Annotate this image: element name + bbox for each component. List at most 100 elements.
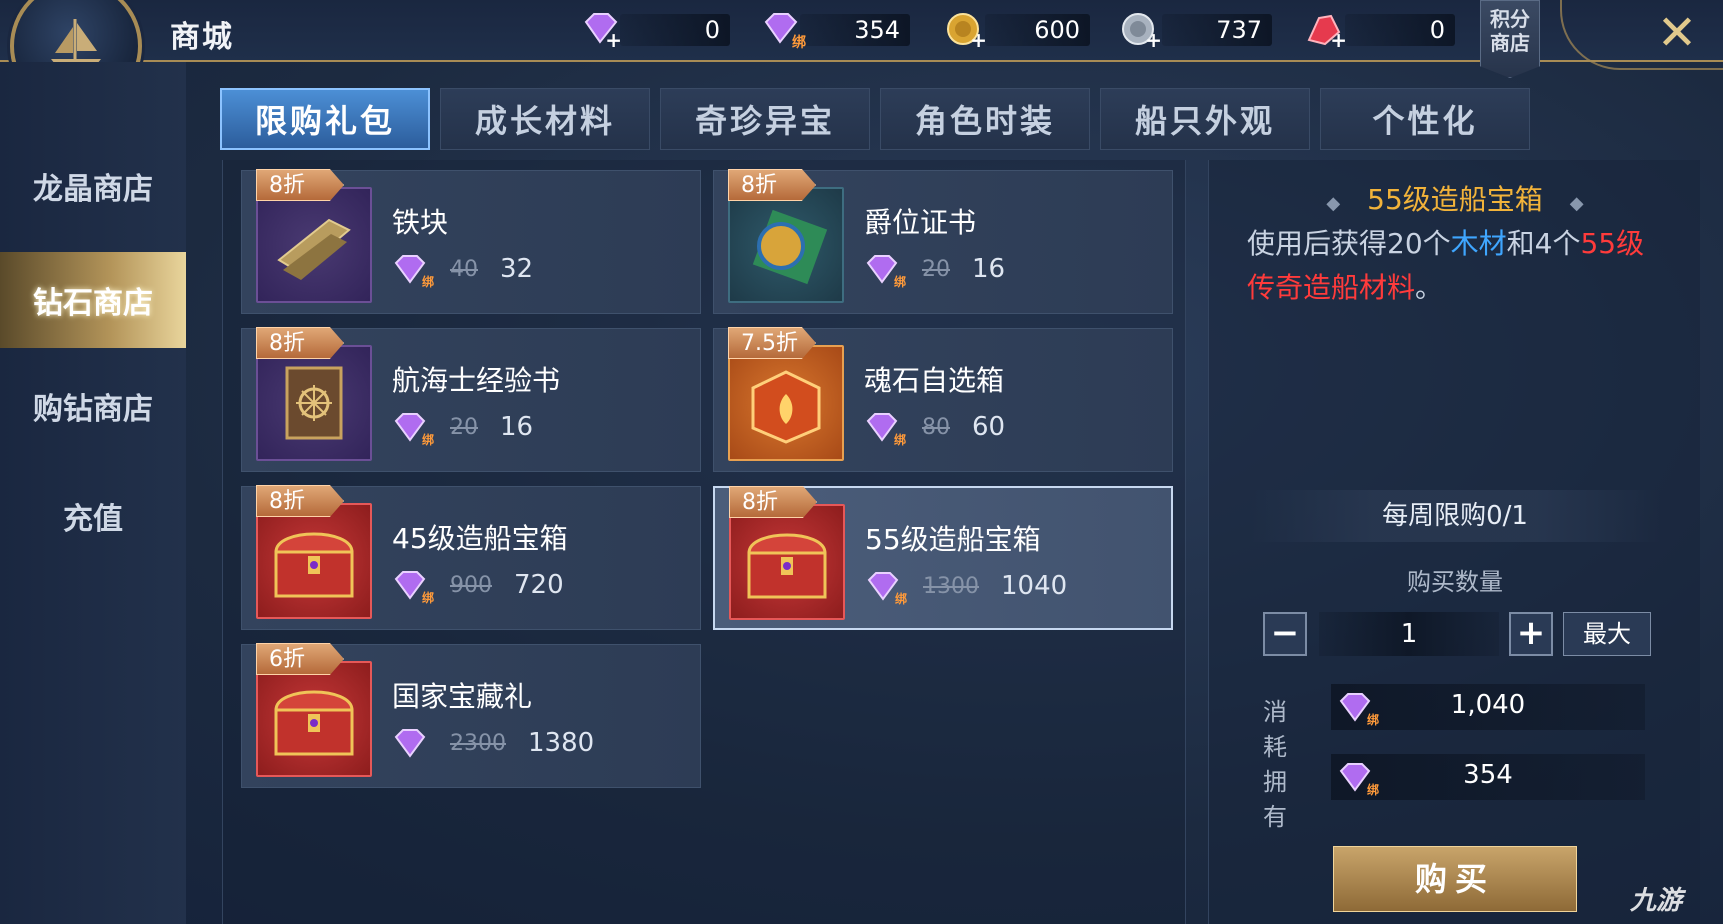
bound-diamond-icon: 绑 (392, 412, 434, 447)
product-name: 45级造船宝箱 (392, 522, 568, 555)
bound-diamond-icon: 绑 (392, 570, 434, 605)
silver-coin-icon: + (1120, 12, 1162, 50)
sidebar-item-dragon-crystal-shop[interactable]: 龙晶商店 (0, 138, 186, 234)
product-card-soulstone-box[interactable]: 7.5折 魂石自选箱 绑 80 60 (713, 327, 1173, 472)
original-price: 900 (450, 572, 492, 598)
product-grid: 8折 铁块 绑 40 32 8折 爵位证书 绑 20 16 8折 航海士经验书 … (222, 160, 1186, 924)
tab-ship-appearance[interactable]: 船只外观 (1100, 88, 1310, 150)
diamond-icon: + (580, 12, 622, 50)
red-crystal-icon: + (1305, 12, 1347, 50)
product-name: 航海士经验书 (392, 364, 561, 397)
title-certificate-icon (728, 187, 844, 303)
buy-button[interactable]: 购买 (1333, 846, 1577, 912)
currency-silver[interactable]: + 737 (1120, 12, 1272, 50)
discount-badge: 6折 (256, 643, 344, 675)
owned-label: 拥有 (1263, 768, 1287, 831)
sidebar-item-diamond-shop[interactable]: 钻石商店 (0, 252, 186, 348)
sidebar-item-recharge[interactable]: 充值 (0, 468, 186, 564)
product-card-navigator-exp-book[interactable]: 8折 航海士经验书 绑 20 16 (241, 327, 701, 472)
treasure-chest-icon (256, 661, 372, 777)
product-name: 铁块 (392, 206, 449, 239)
detail-title: ◆ 55级造船宝箱 ◆ (1209, 178, 1701, 218)
title-ornament-icon: ◆ (1569, 193, 1584, 214)
cost-value: 1,040 (1450, 690, 1526, 720)
product-name: 国家宝藏礼 (392, 680, 533, 713)
discount-badge: 7.5折 (728, 327, 816, 359)
currency-bound-diamond[interactable]: 绑 354 (760, 12, 910, 51)
sidebar: 龙晶商店 钻石商店 购钻商店 充值 (0, 62, 186, 924)
quantity-input[interactable]: 1 (1319, 612, 1499, 656)
discount-badge: 8折 (256, 327, 344, 359)
detail-description: 使用后获得20个木材和4个55级传奇造船材料。 (1247, 227, 1645, 304)
original-price: 20 (922, 256, 950, 282)
points-shop-label: 商店 (1490, 31, 1530, 55)
original-price: 2300 (450, 730, 506, 756)
price-row: 绑 1300 1040 (865, 568, 1067, 606)
currency-value: 354 (854, 16, 900, 44)
discounted-price: 60 (972, 412, 1006, 442)
page-title: 商城 (170, 20, 234, 55)
discounted-price: 1380 (528, 728, 595, 758)
price-row: 绑 20 16 (864, 251, 1006, 289)
treasure-chest-icon (256, 503, 372, 619)
price-row: 绑 40 32 (392, 251, 533, 289)
product-card-iron-block[interactable]: 8折 铁块 绑 40 32 (241, 169, 701, 314)
tab-character-fashion[interactable]: 角色时装 (880, 88, 1090, 150)
currency-red-crystal[interactable]: + 0 (1305, 12, 1455, 50)
exp-book-icon (256, 345, 372, 461)
sidebar-item-buy-diamond-shop[interactable]: 购钻商店 (0, 358, 186, 454)
gold-coin-icon: + (945, 12, 987, 50)
discounted-price: 16 (500, 412, 534, 442)
currency-gold[interactable]: + 600 (945, 12, 1090, 50)
soulstone-box-icon (728, 345, 844, 461)
title-ornament-icon: ◆ (1326, 193, 1341, 214)
tab-growth-materials[interactable]: 成长材料 (440, 88, 650, 150)
product-card-lv55-shipbuilding-chest[interactable]: 8折 55级造船宝箱 绑 1300 1040 (713, 486, 1173, 630)
quantity-label: 购买数量 (1407, 568, 1503, 596)
original-price: 1300 (923, 573, 979, 599)
close-button[interactable]: ✕ (1652, 8, 1702, 58)
product-card-national-treasure-gift[interactable]: 6折 国家宝藏礼 2300 1380 (241, 643, 701, 788)
product-name: 魂石自选箱 (864, 364, 1005, 397)
discounted-price: 720 (514, 570, 564, 600)
original-price: 40 (450, 256, 478, 282)
tab-personalization[interactable]: 个性化 (1320, 88, 1530, 150)
tab-rare-treasures[interactable]: 奇珍异宝 (660, 88, 870, 150)
product-name: 55级造船宝箱 (865, 523, 1041, 556)
product-name: 爵位证书 (864, 206, 977, 239)
price-row: 绑 80 60 (864, 409, 1006, 447)
product-card-lv45-shipbuilding-chest[interactable]: 8折 45级造船宝箱 绑 900 720 (241, 485, 701, 630)
cost-label: 消耗 (1263, 698, 1287, 761)
points-shop-button[interactable]: 积分 商店 (1480, 0, 1540, 78)
item-detail-panel: ◆ 55级造船宝箱 ◆ 使用后获得20个木材和4个55级传奇造船材料。 每周限购… (1208, 160, 1700, 924)
bound-diamond-icon: 绑 (864, 412, 906, 447)
original-price: 20 (450, 414, 478, 440)
currency-value: 600 (1034, 16, 1080, 44)
watermark: 九游 (1630, 886, 1683, 916)
discount-badge: 8折 (729, 486, 817, 518)
price-row: 绑 900 720 (392, 567, 564, 605)
bound-diamond-icon: 绑 (392, 254, 434, 289)
discount-badge: 8折 (256, 485, 344, 517)
discount-badge: 8折 (728, 169, 816, 201)
increase-button[interactable]: + (1509, 612, 1553, 656)
price-row: 2300 1380 (392, 725, 594, 761)
tab-limited-packs[interactable]: 限购礼包 (220, 88, 430, 150)
bound-diamond-icon: 绑 (760, 12, 806, 51)
currency-diamond[interactable]: + 0 (580, 12, 730, 50)
decrease-button[interactable]: − (1263, 612, 1307, 656)
diamond-icon (392, 728, 428, 758)
detail-title-text: 55级造船宝箱 (1367, 183, 1543, 216)
iron-ingot-icon (256, 187, 372, 303)
discounted-price: 16 (972, 254, 1006, 284)
weekly-limit-label: 每周限购0/1 (1249, 490, 1661, 542)
owned-value: 354 (1463, 760, 1513, 790)
max-quantity-button[interactable]: 最大 (1563, 612, 1651, 656)
discount-badge: 8折 (256, 169, 344, 201)
treasure-chest-icon (729, 504, 845, 620)
price-row: 绑 20 16 (392, 409, 534, 447)
points-shop-label: 积分 (1490, 7, 1530, 31)
product-card-title-certificate[interactable]: 8折 爵位证书 绑 20 16 (713, 169, 1173, 314)
highlight-wood: 木材 (1450, 227, 1507, 260)
currency-value: 0 (1429, 16, 1445, 44)
